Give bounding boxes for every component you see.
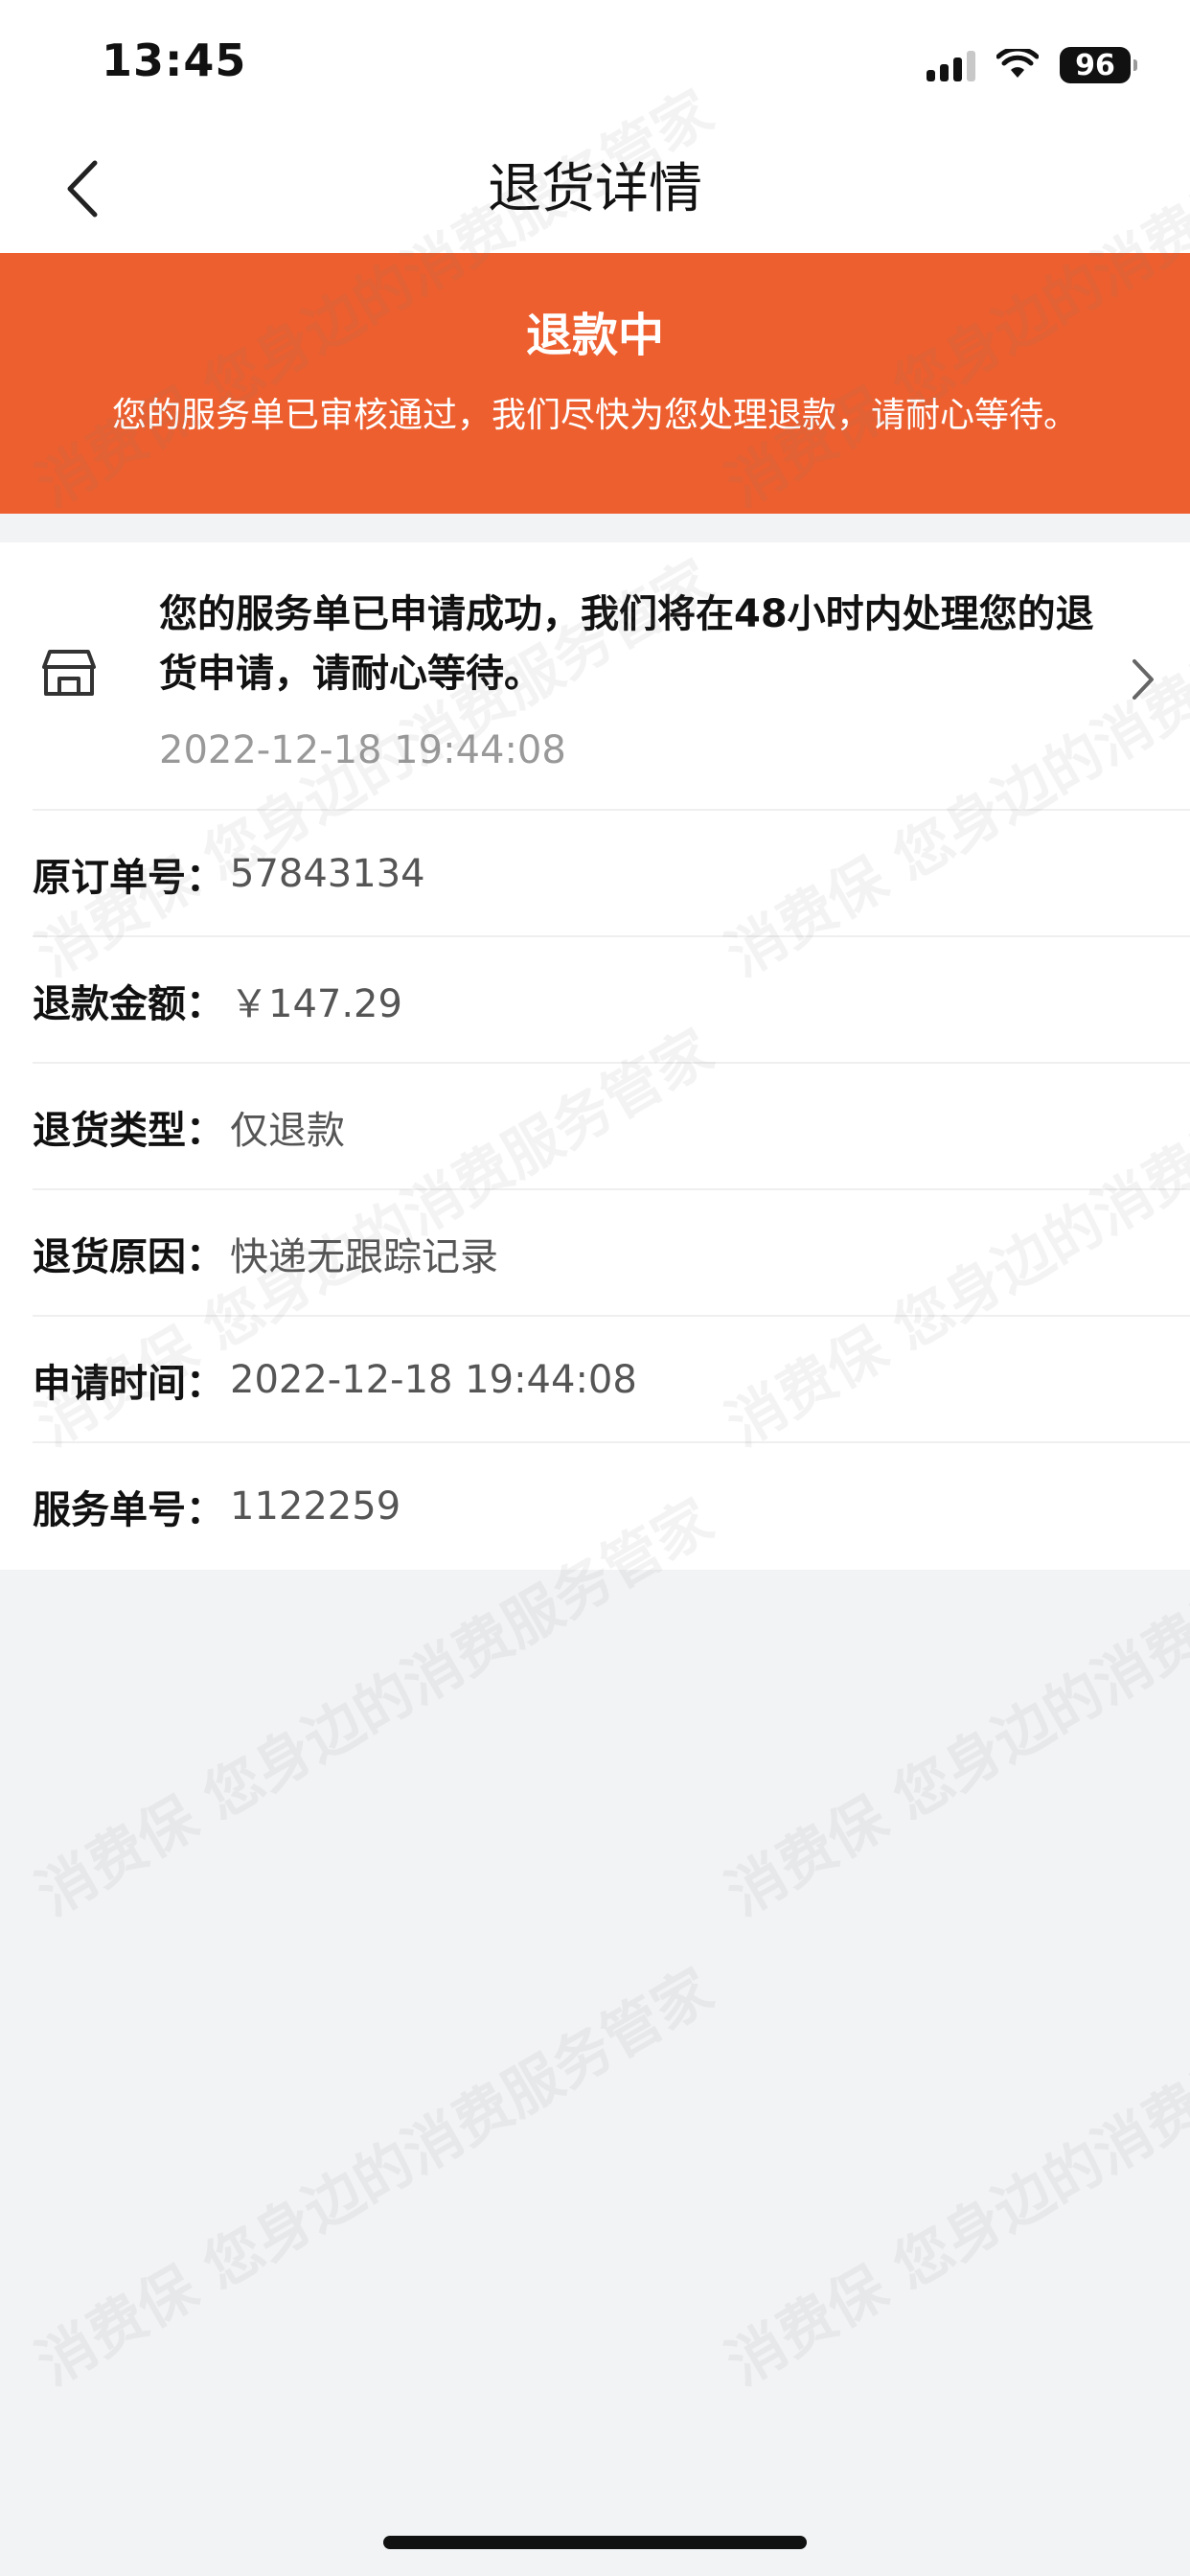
return-detail-card: 您的服务单已申请成功，我们将在48小时内处理您的退货申请，请耐心等待。 2022… (0, 542, 1190, 1570)
progress-row[interactable]: 您的服务单已申请成功，我们将在48小时内处理您的退货申请，请耐心等待。 2022… (0, 542, 1190, 809)
status-bar: 13:45 96 (0, 0, 1190, 125)
wifi-icon (996, 49, 1039, 78)
detail-row-apply-time: 申请时间： 2022-12-18 19:44:08 (0, 1317, 1190, 1443)
watermark-text: 消费保 您身边的消费服务管家 (26, 1956, 724, 2399)
detail-label: 申请时间： (33, 1362, 224, 1406)
detail-value: 快递无跟踪记录 (230, 1235, 498, 1279)
battery-level: 96 (1075, 48, 1115, 82)
battery-icon: 96 (1060, 47, 1137, 83)
progress-time: 2022-12-18 19:44:08 (159, 728, 566, 772)
detail-row-order-number: 原订单号： 57843134 (0, 811, 1190, 937)
page-title: 退货详情 (488, 158, 702, 220)
detail-row-return-type: 退货类型： 仅退款 (0, 1064, 1190, 1190)
navigation-bar: 退货详情 (0, 125, 1190, 253)
detail-label: 退货原因： (33, 1235, 224, 1279)
detail-row-refund-amount: 退款金额： ￥147.29 (0, 937, 1190, 1064)
store-icon (42, 650, 96, 696)
detail-row-service-number: 服务单号： 1122259 (0, 1443, 1190, 1570)
detail-label: 原订单号： (33, 856, 224, 900)
watermark-text: 消费保 您身边的消费服务管家 (716, 1956, 1190, 2399)
detail-value: 2022-12-18 19:44:08 (230, 1358, 637, 1402)
refund-status-description: 您的服务单已审核通过，我们尽快为您处理退款，请耐心等待。 (111, 396, 1078, 435)
detail-label: 退款金额： (33, 982, 224, 1026)
detail-label: 服务单号： (33, 1488, 224, 1532)
progress-message: 您的服务单已申请成功，我们将在48小时内处理您的退货申请，请耐心等待。 (159, 592, 1094, 696)
status-time: 13:45 (102, 34, 247, 86)
detail-row-return-reason: 退货原因： 快递无跟踪记录 (0, 1190, 1190, 1317)
detail-label: 退货类型： (33, 1109, 224, 1153)
chevron-right-icon (1133, 659, 1154, 700)
detail-value: ￥147.29 (230, 982, 402, 1026)
detail-value: 仅退款 (230, 1109, 345, 1153)
refund-status-banner: 退款中 您的服务单已审核通过，我们尽快为您处理退款，请耐心等待。 (0, 253, 1190, 514)
detail-value: 57843134 (230, 852, 425, 896)
home-indicator[interactable] (383, 2536, 807, 2549)
signal-icon (927, 49, 975, 81)
detail-value: 1122259 (230, 1484, 401, 1529)
status-icons: 96 (927, 42, 1137, 88)
refund-status-title: 退款中 (525, 309, 664, 362)
